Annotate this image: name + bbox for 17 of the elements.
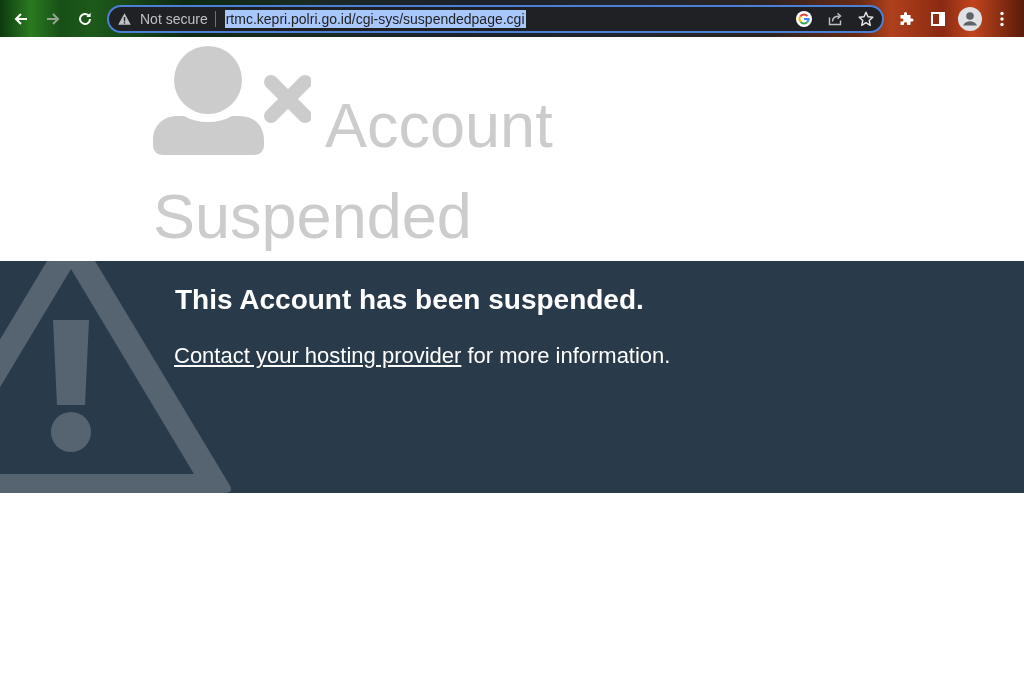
notice-text: Contact your hosting provider for more information. xyxy=(174,342,671,370)
avatar-icon[interactable] xyxy=(958,6,982,31)
warning-icon xyxy=(118,12,131,25)
google-icon[interactable] xyxy=(796,10,812,27)
share-icon[interactable] xyxy=(827,10,843,27)
site-info-button[interactable]: Not secure xyxy=(118,9,208,28)
notice-heading: This Account has been suspended. xyxy=(175,283,644,317)
puzzle-icon[interactable] xyxy=(898,10,914,27)
url-text[interactable]: rtmc.kepri.polri.go.id/cgi-sys/suspendedpage.cgi xyxy=(224,9,526,28)
address-bar[interactable]: Not secure rtmc.kepri.polri.go.id/cgi-sys/suspendedpage.cgi xyxy=(107,4,884,33)
arrow-left-icon[interactable] xyxy=(13,10,29,27)
user-x-icon xyxy=(153,45,311,156)
menu-icon[interactable] xyxy=(1000,10,1004,27)
reload-icon[interactable] xyxy=(77,10,93,27)
star-icon[interactable] xyxy=(858,10,874,27)
side-panel-icon[interactable] xyxy=(930,10,946,27)
hosting-provider-link[interactable]: Contact your hosting provider xyxy=(174,343,462,368)
